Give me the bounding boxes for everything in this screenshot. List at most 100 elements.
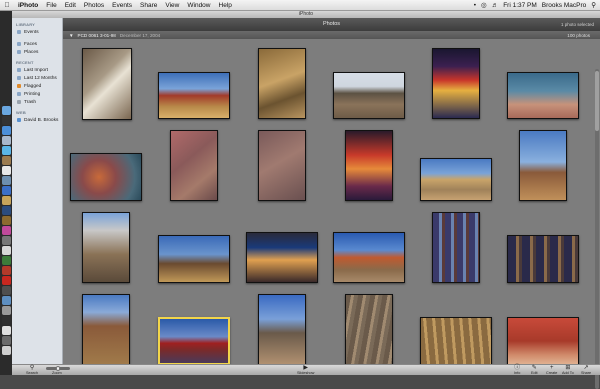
photo-thumbnail[interactable] — [345, 294, 393, 365]
photo-thumbnail[interactable] — [432, 48, 480, 119]
event-header[interactable]: ▼ PCD 0061 3-01-98 December 17, 2004 100… — [63, 31, 600, 39]
edit-button[interactable]: ✎ Edit — [531, 365, 538, 375]
printer-icon — [17, 92, 21, 96]
wifi-icon[interactable]: ◎ — [481, 1, 487, 9]
dock-itunes-icon[interactable] — [1, 186, 11, 195]
photo-thumbnail[interactable] — [333, 232, 405, 283]
dock-app-icon[interactable] — [1, 316, 11, 325]
bottom-toolbar: ⚲ Search Zoom ▶ Slideshow ⓘ Info ✎ Edit … — [12, 364, 600, 375]
sidebar-header-web: WEB — [16, 110, 26, 115]
menu-window[interactable]: Window — [183, 0, 214, 11]
menu-view[interactable]: View — [161, 0, 183, 11]
create-button[interactable]: + Create — [546, 365, 557, 375]
zoom-slider[interactable] — [46, 366, 70, 371]
photo-thumbnail[interactable] — [258, 294, 306, 365]
dock-dashboard-icon[interactable] — [1, 116, 11, 125]
sidebar-item-printing[interactable]: Printing — [12, 90, 62, 98]
volume-icon[interactable]: ♬ — [492, 2, 499, 9]
zoom-label: Zoom — [52, 371, 62, 375]
photo-thumbnail[interactable] — [333, 72, 405, 119]
photo-thumbnail[interactable] — [507, 72, 579, 119]
clock[interactable]: Fri 1:37 PM — [503, 2, 537, 9]
disclosure-triangle-icon[interactable]: ▼ — [69, 33, 74, 38]
dock-app-icon[interactable] — [1, 236, 11, 245]
photo-thumbnail[interactable] — [82, 294, 130, 365]
dock-ical-icon[interactable] — [1, 166, 11, 175]
sidebar-item-trash[interactable]: Trash — [12, 98, 62, 106]
add-to-label: Add To — [562, 371, 574, 375]
dock-trash-icon[interactable] — [1, 346, 11, 355]
event-photo-count: 100 photos — [567, 32, 590, 38]
dock-address-book-icon[interactable] — [1, 156, 11, 165]
photo-thumbnail[interactable] — [432, 212, 480, 283]
apple-menu-icon[interactable]:  — [0, 2, 14, 9]
sidebar-item-label: Events — [24, 29, 39, 35]
sidebar-header-recent: RECENT — [16, 60, 34, 65]
dock-preview-icon[interactable] — [1, 176, 11, 185]
sidebar-item-label: David B. Brooks — [24, 117, 59, 123]
photo-thumbnail[interactable] — [82, 48, 132, 120]
photo-thumbnail[interactable] — [170, 130, 218, 201]
bluetooth-icon[interactable]: • — [474, 2, 476, 9]
user-name[interactable]: Brooks MacPro — [542, 2, 586, 9]
photo-thumbnail[interactable] — [70, 153, 142, 201]
slideshow-button[interactable]: ▶ Slideshow — [297, 365, 314, 375]
photo-thumbnail[interactable] — [246, 232, 318, 283]
sidebar-item-events[interactable]: Events — [12, 28, 62, 36]
photo-thumbnail[interactable] — [82, 212, 130, 283]
dock-safari-icon[interactable] — [1, 126, 11, 135]
dock-ichat-icon[interactable] — [1, 146, 11, 155]
dock-finder-icon[interactable] — [1, 106, 11, 115]
menu-help[interactable]: Help — [215, 0, 236, 11]
dock-app-icon[interactable] — [1, 266, 11, 275]
dock-app-icon[interactable] — [1, 226, 11, 235]
photo-thumbnail[interactable] — [507, 235, 579, 283]
menu-iphoto[interactable]: iPhoto — [14, 0, 42, 11]
search-button[interactable]: ⚲ Search — [26, 365, 38, 375]
photo-thumbnail[interactable] — [345, 130, 393, 201]
dock-app-icon[interactable] — [1, 256, 11, 265]
event-name: PCD 0061 3-01-98 — [77, 32, 116, 38]
dock-photoshop-icon[interactable] — [1, 206, 11, 215]
sidebar-item-web-gallery[interactable]: David B. Brooks — [12, 116, 62, 124]
sidebar-item-last-12-months[interactable]: Last 12 Months — [12, 74, 62, 82]
photo-thumbnail[interactable] — [507, 317, 579, 365]
add-to-button[interactable]: ⊞ Add To — [562, 365, 574, 375]
dock-mail-icon[interactable] — [1, 136, 11, 145]
photo-thumbnail[interactable] — [258, 130, 306, 201]
sidebar-item-last-import[interactable]: Last Import — [12, 66, 62, 74]
photo-thumbnail[interactable] — [158, 235, 230, 283]
dock-acrobat-icon[interactable] — [1, 276, 11, 285]
dock-app-icon[interactable] — [1, 306, 11, 315]
scrollbar-thumb[interactable] — [595, 71, 599, 131]
share-button[interactable]: ↗ Share — [581, 365, 591, 375]
sidebar-item-label: Last 12 Months — [24, 75, 57, 81]
menu-photos[interactable]: Photos — [80, 0, 108, 11]
photo-thumbnail-selected[interactable] — [158, 317, 230, 365]
last-import-icon — [17, 68, 21, 72]
dock-iphoto-icon[interactable] — [1, 196, 11, 205]
dock-downloads-icon[interactable] — [1, 336, 11, 345]
dock-app-icon[interactable] — [1, 286, 11, 295]
dock-bridge-icon[interactable] — [1, 216, 11, 225]
photo-thumbnail[interactable] — [420, 158, 492, 201]
photo-thumbnail[interactable] — [258, 48, 306, 119]
sidebar-item-faces[interactable]: Faces — [12, 40, 62, 48]
menu-file[interactable]: File — [42, 0, 60, 11]
calendar-icon — [17, 76, 21, 80]
dock-app-icon[interactable] — [1, 326, 11, 335]
vertical-scrollbar[interactable] — [595, 69, 599, 389]
menu-edit[interactable]: Edit — [61, 0, 80, 11]
photo-thumbnail[interactable] — [158, 72, 230, 119]
menu-share[interactable]: Share — [136, 0, 161, 11]
photo-thumbnail[interactable] — [519, 130, 567, 201]
menu-events[interactable]: Events — [108, 0, 136, 11]
dock-app-icon[interactable] — [1, 296, 11, 305]
dock-app-icon[interactable] — [1, 246, 11, 255]
sidebar-item-flagged[interactable]: Flagged — [12, 82, 62, 90]
spotlight-icon[interactable]: ⚲ — [591, 1, 596, 9]
info-button[interactable]: ⓘ Info — [514, 365, 520, 375]
search-label: Search — [26, 371, 39, 375]
photo-thumbnail[interactable] — [420, 317, 492, 365]
sidebar-item-places[interactable]: Places — [12, 48, 62, 56]
